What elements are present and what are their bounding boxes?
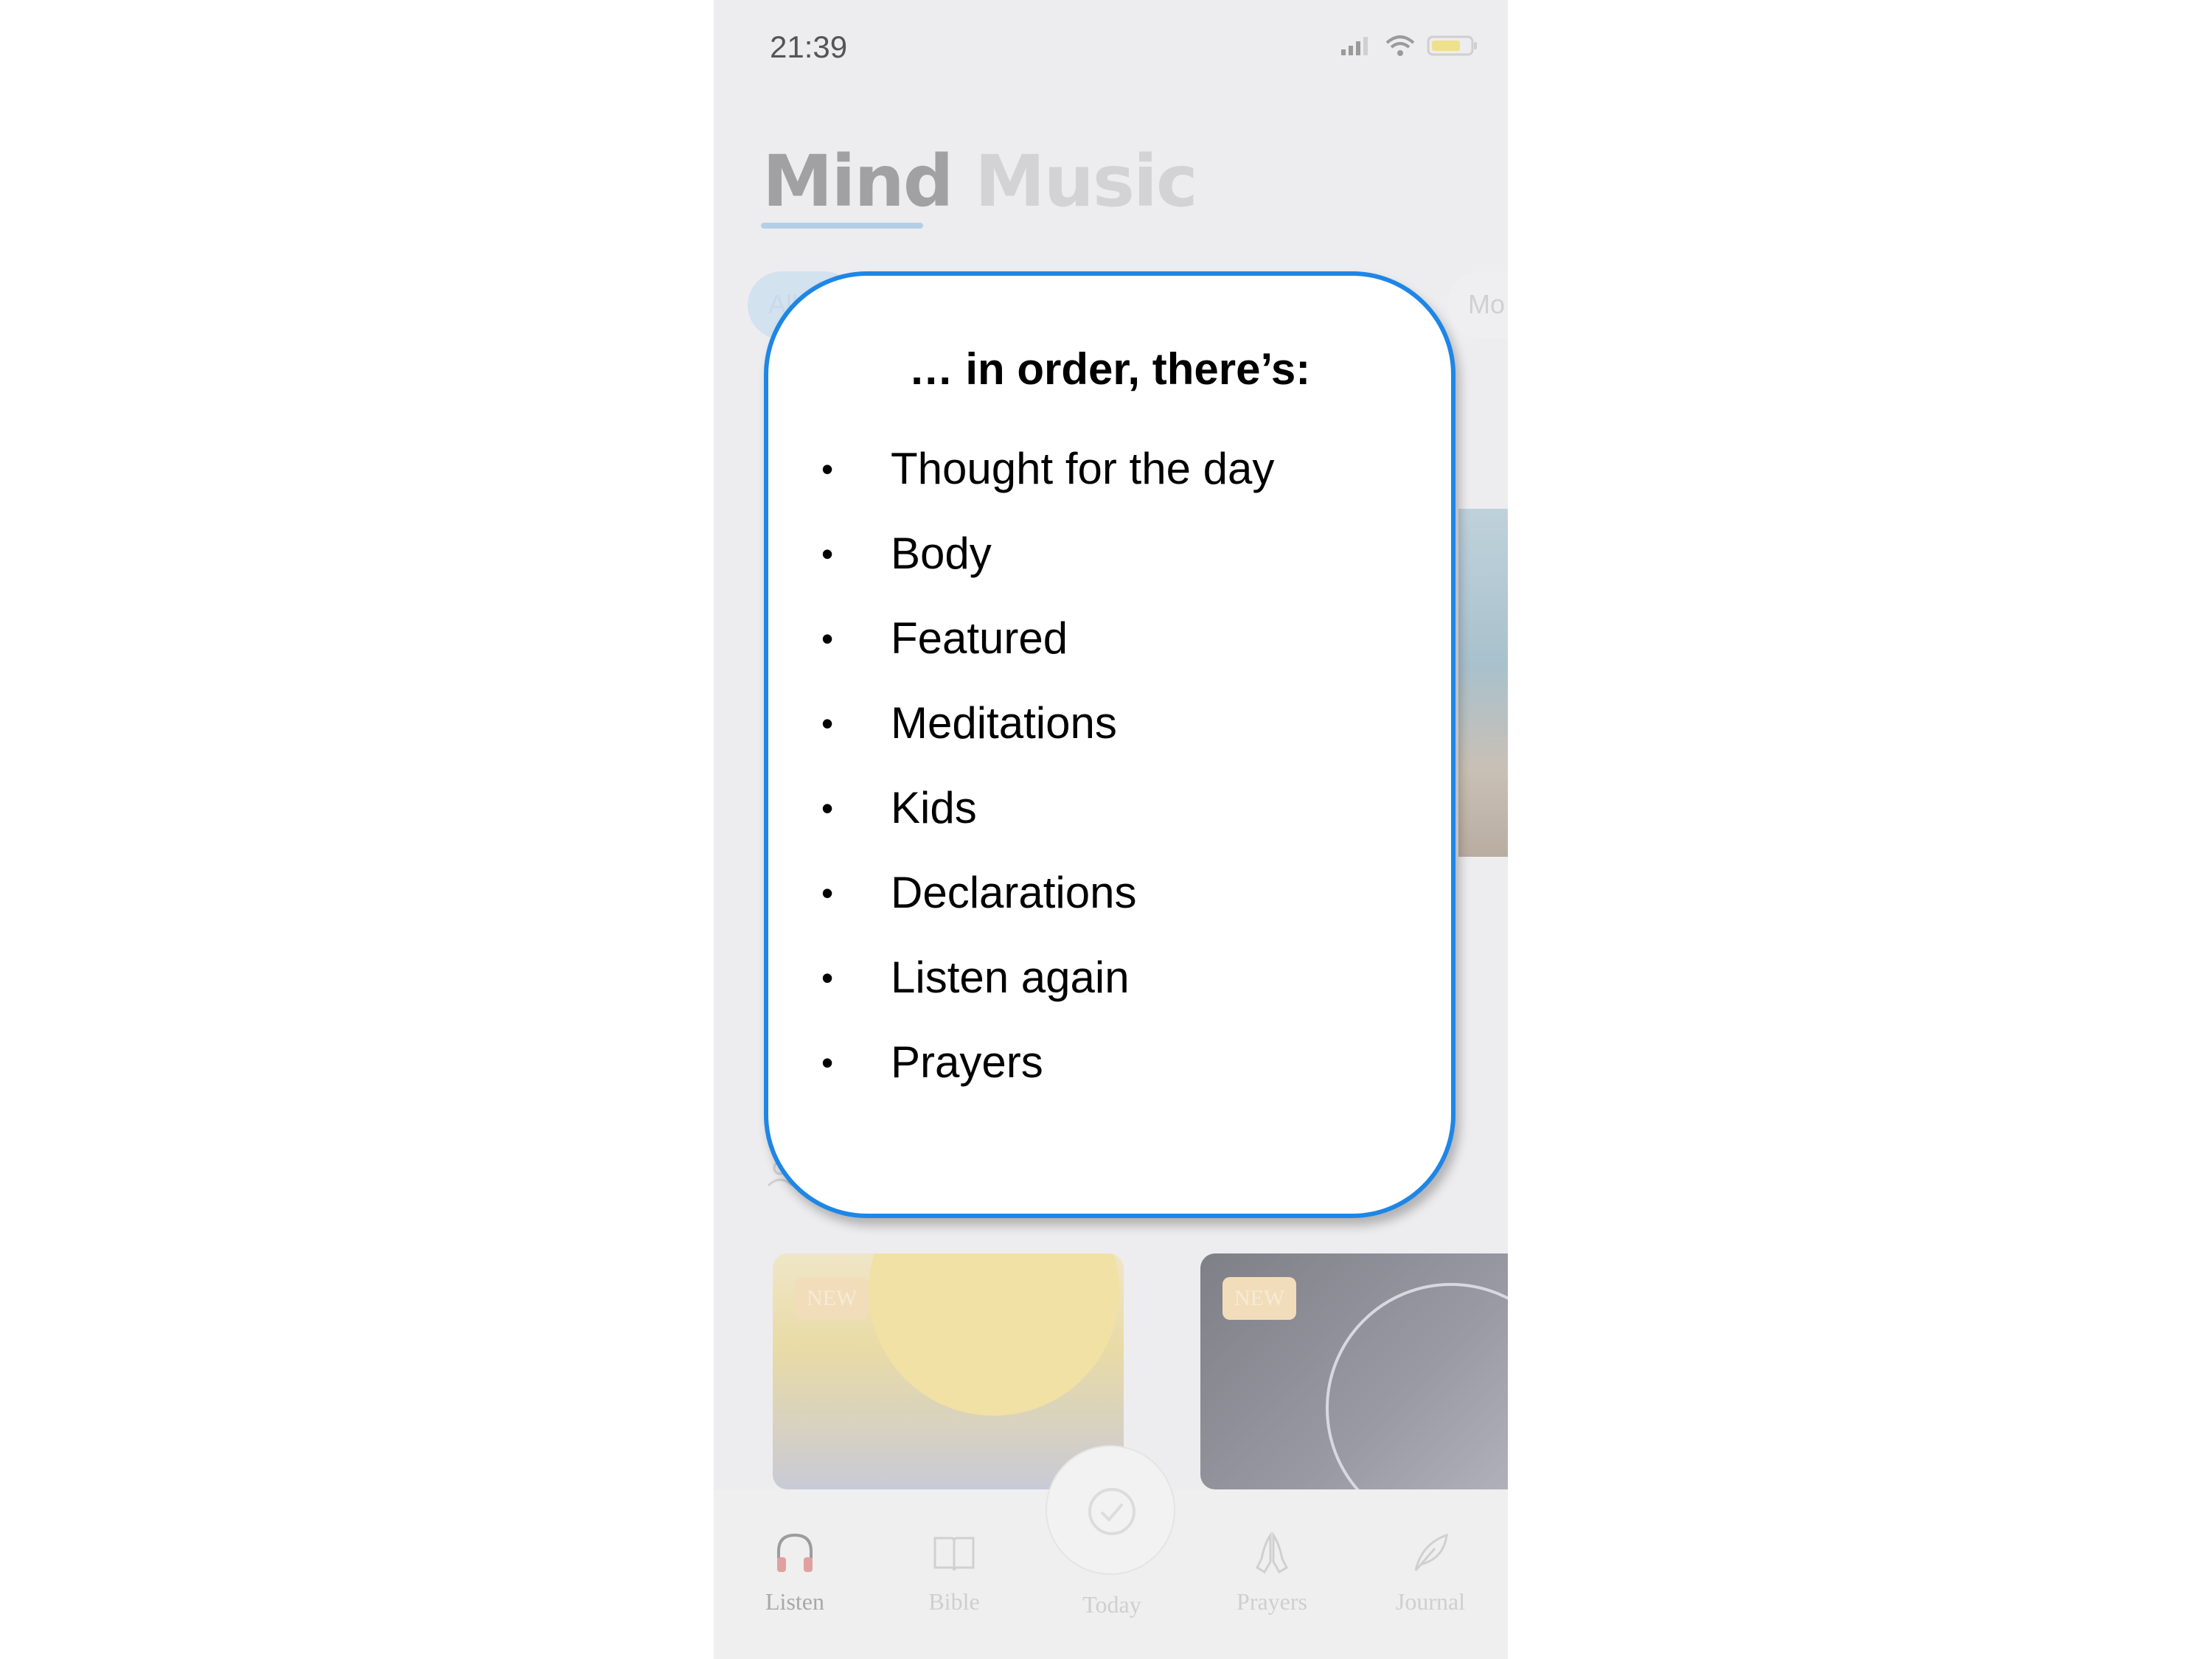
new-badge: NEW xyxy=(1222,1277,1297,1320)
content-thumbnail[interactable] xyxy=(1458,509,1508,857)
filter-chip-more[interactable]: Mo xyxy=(1447,271,1508,339)
bullet-icon: • xyxy=(821,703,834,742)
list-item: • Meditations xyxy=(821,681,1274,765)
bullet-icon: • xyxy=(821,788,834,827)
bullet-icon: • xyxy=(821,449,834,488)
status-icons xyxy=(1340,34,1478,58)
nav-today[interactable]: Today xyxy=(1053,1579,1171,1618)
bullet-icon: • xyxy=(821,619,834,658)
nav-listen[interactable]: Listen xyxy=(736,1529,854,1615)
praying-hands-icon xyxy=(1256,1531,1288,1574)
active-tab-indicator xyxy=(761,223,923,229)
card-artwork xyxy=(869,1253,1119,1416)
list-item-label: Thought for the day xyxy=(891,444,1275,493)
nav-listen-label: Listen xyxy=(765,1588,824,1615)
nav-journal[interactable]: Journal xyxy=(1371,1529,1489,1615)
card-artwork xyxy=(1326,1283,1508,1489)
status-bar: 21:39 xyxy=(714,0,1508,88)
list-item-label: Listen again xyxy=(891,953,1130,1002)
content-card[interactable]: NEW xyxy=(773,1253,1124,1489)
battery-icon xyxy=(1427,35,1477,56)
tab-mind[interactable]: Mind xyxy=(762,140,953,223)
list-item-label: Body xyxy=(891,529,992,578)
nav-prayers-label: Prayers xyxy=(1237,1588,1307,1615)
list-item-label: Kids xyxy=(891,783,977,832)
nav-bible-label: Bible xyxy=(928,1588,980,1615)
callout-list: • Thought for the day • Body • Featured • Me… xyxy=(821,426,1274,1105)
new-badge: NEW xyxy=(795,1277,869,1320)
bullet-icon: • xyxy=(821,534,834,573)
content-card[interactable]: NEW xyxy=(1200,1253,1508,1489)
list-item: • Listen again xyxy=(821,935,1274,1020)
nav-prayers[interactable]: Prayers xyxy=(1213,1529,1331,1615)
feather-icon xyxy=(1414,1533,1448,1571)
bullet-icon: • xyxy=(821,1043,834,1082)
list-item-label: Prayers xyxy=(891,1037,1043,1087)
list-item: • Body xyxy=(821,511,1274,596)
tab-music[interactable]: Music xyxy=(975,140,1198,223)
nav-journal-label: Journal xyxy=(1395,1588,1466,1615)
list-item: • Featured xyxy=(821,596,1274,681)
list-item: • Kids xyxy=(821,765,1274,850)
callout-box: … in order, there’s: • Thought for the da… xyxy=(764,271,1455,1218)
today-button[interactable] xyxy=(1046,1445,1175,1575)
nav-bible[interactable]: Bible xyxy=(895,1529,1013,1615)
wifi-icon xyxy=(1385,35,1415,56)
nav-today-label: Today xyxy=(1082,1591,1141,1618)
list-item-label: Featured xyxy=(891,613,1068,663)
check-circle-icon xyxy=(1088,1488,1135,1535)
list-item: • Thought for the day xyxy=(821,426,1274,511)
cellular-signal-icon xyxy=(1341,37,1368,55)
list-item-label: Declarations xyxy=(891,868,1137,917)
bullet-icon: • xyxy=(821,958,834,997)
list-item: • Declarations xyxy=(821,850,1274,935)
list-item-label: Meditations xyxy=(891,698,1117,748)
headphones-icon xyxy=(777,1533,813,1572)
callout-heading: … in order, there’s: xyxy=(908,344,1311,394)
list-item: • Prayers xyxy=(821,1020,1274,1105)
book-icon xyxy=(933,1537,975,1571)
status-time: 21:39 xyxy=(770,29,848,64)
bullet-icon: • xyxy=(821,873,834,912)
